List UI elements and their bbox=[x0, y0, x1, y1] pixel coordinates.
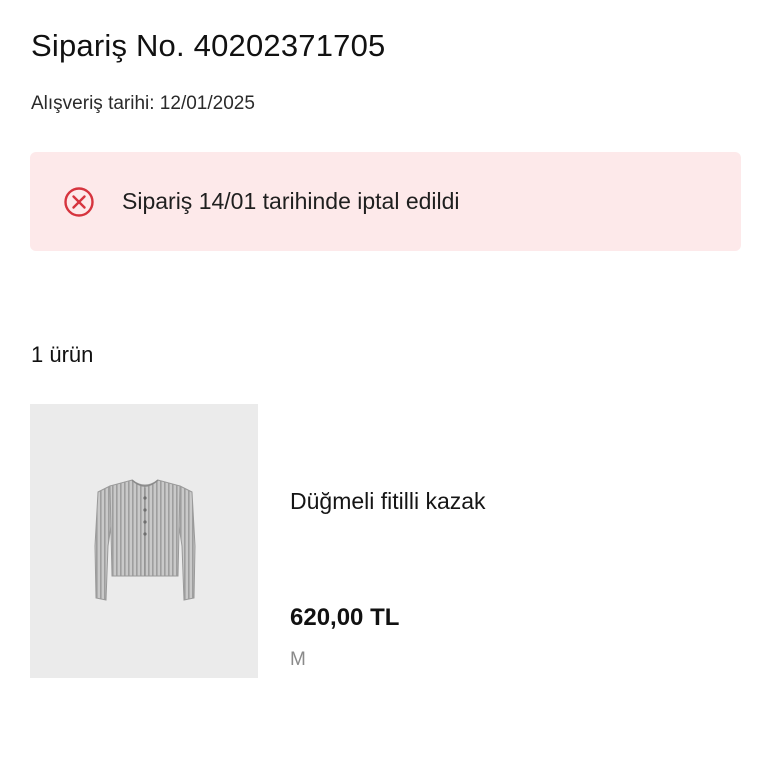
order-title: Sipariş No. 40202371705 bbox=[31, 28, 386, 63]
product-size: M bbox=[290, 649, 306, 670]
item-count: 1 ürün bbox=[31, 342, 94, 367]
circle-x-icon bbox=[63, 186, 95, 218]
product-price: 620,00 TL bbox=[290, 604, 400, 631]
cancellation-banner: Sipariş 14/01 tarihinde iptal edildi bbox=[30, 152, 741, 251]
order-date: Alışveriş tarihi: 12/01/2025 bbox=[31, 93, 255, 114]
order-item[interactable]: Düğmeli fitilli kazak 620,00 TL M bbox=[30, 404, 741, 678]
product-image[interactable] bbox=[30, 404, 258, 678]
product-name[interactable]: Düğmeli fitilli kazak bbox=[290, 488, 486, 515]
cardigan-illustration bbox=[94, 479, 196, 601]
cancellation-message: Sipariş 14/01 tarihinde iptal edildi bbox=[122, 188, 460, 214]
